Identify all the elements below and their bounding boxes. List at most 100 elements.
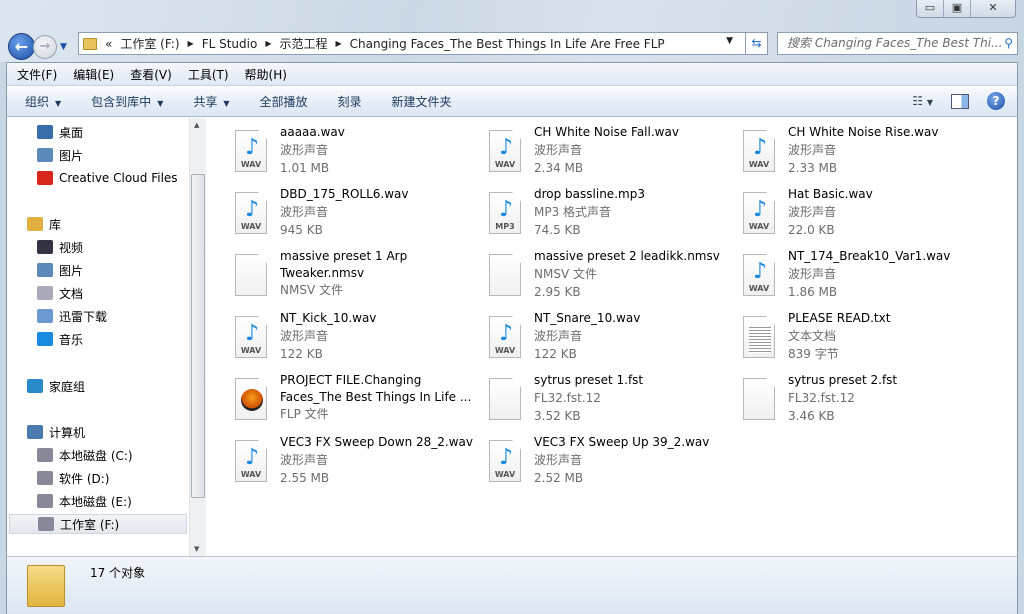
nav-item-icon: [37, 286, 53, 300]
nav-item-label: 桌面: [59, 125, 84, 140]
search-input[interactable]: 搜索 Changing Faces_The Best Thi... ⚲: [777, 32, 1018, 55]
file-name: massive preset 1 Arp Tweaker.nmsv: [280, 249, 408, 280]
nav-item-label: 本地磁盘 (C:): [59, 448, 133, 463]
nav-item[interactable]: 库: [27, 214, 61, 234]
file-item[interactable]: ♪ WAV VEC3 FX Sweep Down 28_2.wav 波形声音 2.55 …: [233, 434, 483, 494]
file-item[interactable]: sytrus preset 1.fst FL32.fst.12 3.52 KB: [487, 372, 737, 432]
close-button[interactable]: ✕: [971, 0, 1015, 17]
file-size: 945 KB: [280, 223, 323, 237]
wav-file-icon: ♪ WAV: [235, 316, 267, 358]
nav-item[interactable]: 桌面: [37, 122, 83, 142]
wav-file-icon: ♪ WAV: [235, 440, 267, 482]
file-item[interactable]: massive preset 1 Arp Tweaker.nmsv NMSV 文件: [233, 248, 483, 308]
nav-item-label: 视频: [59, 240, 84, 255]
breadcrumb-overflow[interactable]: «: [105, 37, 112, 51]
file-size: 74.5 KB: [534, 223, 581, 237]
nav-item[interactable]: 迅雷下载: [37, 306, 107, 326]
address-bar[interactable]: « 工作室 (F:) ▶ FL Studio ▶ 示范工程 ▶ Changing Fa…: [78, 32, 768, 55]
nav-item[interactable]: 图片: [37, 260, 83, 280]
file-item[interactable]: ♪ WAV Hat Basic.wav 波形声音 22.0 KB: [741, 186, 991, 246]
organize-button[interactable]: 组织 ▼: [25, 93, 61, 110]
include-in-library-button[interactable]: 包含到库中 ▼: [91, 93, 163, 110]
file-type: 波形声音: [280, 329, 329, 343]
recent-pages-dropdown[interactable]: ▼: [60, 42, 67, 52]
nav-item-label: Creative Cloud Files: [59, 171, 178, 185]
file-name: sytrus preset 2.fst: [788, 373, 898, 387]
back-button[interactable]: ←: [8, 33, 35, 60]
nav-item[interactable]: Creative Cloud Files: [37, 168, 178, 188]
new-folder-button[interactable]: 新建文件夹: [392, 93, 452, 110]
refresh-button[interactable]: ⇆: [745, 33, 767, 54]
menu-help[interactable]: 帮助(H): [245, 66, 287, 83]
file-item[interactable]: PROJECT FILE.Changing Faces_The Best Thin…: [233, 372, 483, 432]
change-view-button[interactable]: ☷ ▼: [912, 94, 933, 108]
nav-item[interactable]: 本地磁盘 (E:): [37, 491, 132, 511]
breadcrumb-demo-projects[interactable]: 示范工程: [279, 35, 327, 52]
file-size: 122 KB: [534, 347, 577, 361]
nav-item[interactable]: 文档: [37, 283, 83, 303]
file-item[interactable]: sytrus preset 2.fst FL32.fst.12 3.46 KB: [741, 372, 991, 432]
nav-item-label: 家庭组: [49, 379, 86, 394]
play-all-button[interactable]: 全部播放: [260, 93, 308, 110]
file-type: FL32.fst.12: [534, 391, 601, 405]
menu-edit[interactable]: 编辑(E): [73, 66, 114, 83]
share-button[interactable]: 共享 ▼: [193, 93, 229, 110]
menu-tools[interactable]: 工具(T): [188, 66, 229, 83]
scroll-down-arrow[interactable]: ▼: [194, 545, 199, 553]
file-item[interactable]: ♪ WAV CH White Noise Fall.wav 波形声音 2.34 MB: [487, 124, 737, 184]
nav-item[interactable]: 家庭组: [27, 376, 85, 396]
file-item[interactable]: ♪ WAV NT_174_Break10_Var1.wav 波形声音 1.86 MB: [741, 248, 991, 308]
preview-pane-button[interactable]: [951, 93, 969, 109]
menu-view[interactable]: 查看(V): [130, 66, 172, 83]
file-type: NMSV 文件: [534, 267, 597, 281]
file-item[interactable]: ♪ WAV CH White Noise Rise.wav 波形声音 2.33 MB: [741, 124, 991, 184]
file-item[interactable]: PLEASE READ.txt 文本文档 839 字节: [741, 310, 991, 370]
nav-item[interactable]: 图片: [37, 145, 83, 165]
file-item[interactable]: ♪ MP3 drop bassline.mp3 MP3 格式声音 74.5 KB: [487, 186, 737, 246]
search-placeholder: 搜索 Changing Faces_The Best Thi...: [787, 36, 1003, 50]
menu-file[interactable]: 文件(F): [17, 66, 57, 83]
file-item[interactable]: ♪ WAV aaaaa.wav 波形声音 1.01 MB: [233, 124, 483, 184]
file-size: 2.33 MB: [788, 161, 838, 175]
minimize-button[interactable]: ▭: [917, 0, 944, 17]
file-size: 3.46 KB: [788, 409, 835, 423]
wav-file-icon: ♪ WAV: [743, 254, 775, 296]
item-count: 17 个对象: [90, 566, 146, 580]
nav-scrollbar[interactable]: ▲ ▼: [189, 118, 206, 556]
blank-file-icon: [743, 378, 775, 420]
search-icon[interactable]: ⚲: [1004, 33, 1013, 54]
breadcrumb-fl-studio[interactable]: FL Studio: [202, 37, 258, 51]
nav-item-icon: [37, 240, 53, 254]
address-dropdown[interactable]: ▼: [726, 36, 733, 46]
nav-item-label: 库: [49, 217, 62, 232]
file-item[interactable]: ♪ WAV DBD_175_ROLL6.wav 波形声音 945 KB: [233, 186, 483, 246]
breadcrumb-drive[interactable]: 工作室 (F:): [120, 35, 179, 52]
nav-item[interactable]: 计算机: [27, 422, 85, 442]
file-item[interactable]: massive preset 2 leadikk.nmsv NMSV 文件 2.95…: [487, 248, 737, 308]
burn-button[interactable]: 刻录: [338, 93, 362, 110]
nav-item-label: 图片: [59, 263, 84, 278]
file-name: VEC3 FX Sweep Down 28_2.wav: [280, 435, 473, 449]
wav-file-icon: ♪ WAV: [489, 440, 521, 482]
nav-item[interactable]: 工作室 (F:): [9, 514, 187, 534]
forward-button[interactable]: →: [33, 34, 57, 59]
nav-item[interactable]: 本地磁盘 (C:): [37, 445, 133, 465]
nav-item-icon: [37, 171, 53, 185]
file-item[interactable]: ♪ WAV VEC3 FX Sweep Up 39_2.wav 波形声音 2.52 MB: [487, 434, 737, 494]
nav-item-label: 迅雷下载: [59, 309, 108, 324]
file-name: massive preset 2 leadikk.nmsv: [534, 249, 720, 263]
file-item[interactable]: ♪ WAV NT_Kick_10.wav 波形声音 122 KB: [233, 310, 483, 370]
file-name: CH White Noise Rise.wav: [788, 125, 939, 139]
scrollbar-thumb[interactable]: [191, 174, 205, 498]
file-item[interactable]: ♪ WAV NT_Snare_10.wav 波形声音 122 KB: [487, 310, 737, 370]
nav-item[interactable]: 软件 (D:): [37, 468, 109, 488]
txt-file-icon: [743, 316, 775, 358]
nav-item[interactable]: 视频: [37, 237, 83, 257]
wav-file-icon: ♪ WAV: [235, 130, 267, 172]
nav-item-icon: [37, 309, 53, 323]
maximize-button[interactable]: ▣: [944, 0, 971, 17]
scroll-up-arrow[interactable]: ▲: [194, 121, 199, 129]
breadcrumb-current-folder[interactable]: Changing Faces_The Best Things In Life A…: [350, 37, 665, 51]
help-button[interactable]: ?: [987, 92, 1005, 110]
nav-item[interactable]: 音乐: [37, 329, 83, 349]
